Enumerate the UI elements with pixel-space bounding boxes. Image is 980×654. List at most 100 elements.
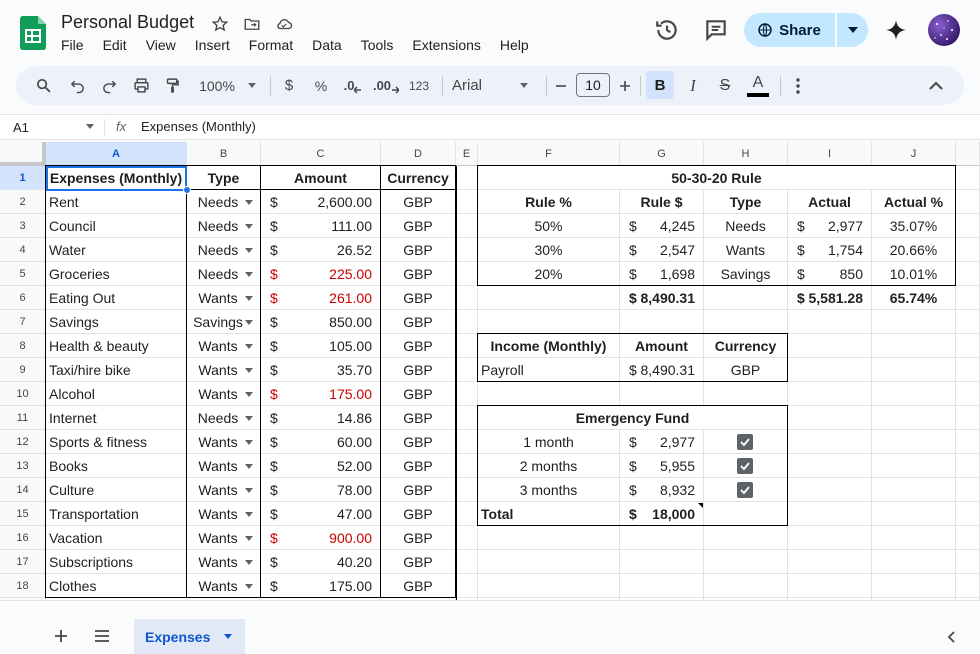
text-color-button[interactable]: A — [744, 66, 772, 105]
format-currency-button[interactable]: $ — [278, 66, 300, 105]
share-button[interactable]: Share — [744, 13, 834, 47]
more-formats-button[interactable]: 123 — [406, 66, 432, 105]
format-percent-button[interactable]: % — [310, 66, 332, 105]
user-avatar[interactable] — [928, 14, 960, 46]
empty-cell[interactable] — [478, 550, 620, 574]
zoom-chevron-icon[interactable] — [248, 83, 256, 88]
emergency-total-label[interactable]: Total — [478, 502, 620, 526]
dropdown-chevron-icon[interactable] — [245, 560, 253, 565]
empty-cell[interactable] — [956, 334, 980, 358]
increase-font-size-icon[interactable] — [616, 66, 634, 105]
expense-name[interactable]: Taxi/hire bike — [46, 358, 187, 382]
menu-extensions[interactable]: Extensions — [412, 37, 480, 53]
expense-amount[interactable]: 47.00 — [261, 502, 381, 526]
expense-currency[interactable]: GBP — [381, 574, 456, 598]
expense-name[interactable]: Eating Out — [46, 286, 187, 310]
empty-cell[interactable] — [456, 454, 478, 478]
chevron-left-icon[interactable] — [946, 631, 958, 643]
expense-currency[interactable]: GBP — [381, 550, 456, 574]
empty-cell[interactable] — [478, 526, 620, 550]
menu-help[interactable]: Help — [500, 37, 529, 53]
empty-cell[interactable] — [956, 310, 980, 334]
expense-currency[interactable]: GBP — [381, 526, 456, 550]
all-sheets-icon[interactable] — [93, 628, 111, 644]
expense-name[interactable]: Alcohol — [46, 382, 187, 406]
empty-cell[interactable] — [788, 502, 872, 526]
expense-amount[interactable]: 261.00 — [261, 286, 381, 310]
sheet-tab-chevron-icon[interactable] — [224, 634, 232, 639]
empty-cell[interactable] — [456, 238, 478, 262]
row-header[interactable]: 8 — [0, 334, 46, 358]
decrease-decimal-button[interactable]: .0 — [341, 66, 365, 105]
expense-name[interactable]: Rent — [46, 190, 187, 214]
empty-cell[interactable] — [956, 358, 980, 382]
menu-edit[interactable]: Edit — [103, 37, 127, 53]
empty-cell[interactable] — [620, 574, 704, 598]
column-header[interactable]: C — [261, 142, 381, 166]
empty-cell[interactable] — [956, 574, 980, 598]
freeze-divider[interactable] — [456, 166, 457, 600]
empty-cell[interactable] — [704, 574, 788, 598]
font-chevron-icon[interactable] — [520, 83, 528, 88]
rule-column-header[interactable]: Rule $ — [620, 190, 704, 214]
collapse-menus-icon[interactable] — [924, 66, 948, 105]
empty-cell[interactable] — [704, 310, 788, 334]
expense-currency[interactable]: GBP — [381, 238, 456, 262]
dropdown-chevron-icon[interactable] — [245, 368, 253, 373]
empty-cell[interactable] — [456, 190, 478, 214]
font-family-select[interactable]: Arial — [452, 66, 522, 105]
expense-currency[interactable]: GBP — [381, 478, 456, 502]
empty-cell[interactable] — [956, 550, 980, 574]
empty-cell[interactable] — [788, 406, 872, 430]
row-header[interactable]: 7 — [0, 310, 46, 334]
row-header[interactable]: 17 — [0, 550, 46, 574]
expense-currency[interactable]: GBP — [381, 430, 456, 454]
empty-cell[interactable] — [872, 382, 956, 406]
expense-amount[interactable]: 26.52 — [261, 238, 381, 262]
expense-name[interactable]: Books — [46, 454, 187, 478]
type-header[interactable]: Type — [187, 166, 261, 190]
empty-cell[interactable] — [956, 238, 980, 262]
empty-cell[interactable] — [478, 382, 620, 406]
expense-amount[interactable]: 2,600.00 — [261, 190, 381, 214]
empty-cell[interactable] — [788, 478, 872, 502]
empty-cell[interactable] — [788, 310, 872, 334]
empty-cell[interactable] — [704, 286, 788, 310]
empty-cell[interactable] — [456, 214, 478, 238]
expense-name[interactable]: Subscriptions — [46, 550, 187, 574]
row-header[interactable]: 2 — [0, 190, 46, 214]
zoom-select[interactable]: 100% — [194, 66, 240, 105]
column-header[interactable]: D — [381, 142, 456, 166]
menu-insert[interactable]: Insert — [195, 37, 230, 53]
empty-cell[interactable] — [456, 406, 478, 430]
rule-actual-percent[interactable]: 20.66% — [872, 238, 956, 262]
dropdown-chevron-icon[interactable] — [245, 296, 253, 301]
checkbox[interactable] — [737, 434, 753, 450]
empty-cell[interactable] — [788, 382, 872, 406]
actual-percent-total[interactable]: 65.74% — [872, 286, 956, 310]
dropdown-chevron-icon[interactable] — [245, 584, 253, 589]
checkbox[interactable] — [737, 458, 753, 474]
row-header[interactable]: 1 — [0, 166, 46, 190]
redo-icon[interactable] — [96, 66, 122, 105]
expense-currency[interactable]: GBP — [381, 262, 456, 286]
expense-amount[interactable]: 225.00 — [261, 262, 381, 286]
expense-name[interactable]: Transportation — [46, 502, 187, 526]
share-options-button[interactable] — [837, 13, 868, 47]
checkbox[interactable] — [737, 482, 753, 498]
italic-button[interactable]: I — [680, 66, 706, 105]
expense-name[interactable]: Internet — [46, 406, 187, 430]
menu-tools[interactable]: Tools — [361, 37, 394, 53]
empty-cell[interactable] — [704, 382, 788, 406]
column-header[interactable]: G — [620, 142, 704, 166]
empty-cell[interactable] — [872, 334, 956, 358]
name-box[interactable]: A1 — [0, 115, 100, 139]
empty-cell[interactable] — [872, 406, 956, 430]
expense-amount[interactable]: 900.00 — [261, 526, 381, 550]
document-title[interactable]: Personal Budget — [61, 12, 194, 33]
emergency-period[interactable]: 3 months — [478, 478, 620, 502]
empty-cell[interactable] — [788, 430, 872, 454]
column-header[interactable]: F — [478, 142, 620, 166]
empty-cell[interactable] — [788, 454, 872, 478]
expense-amount[interactable]: 35.70 — [261, 358, 381, 382]
